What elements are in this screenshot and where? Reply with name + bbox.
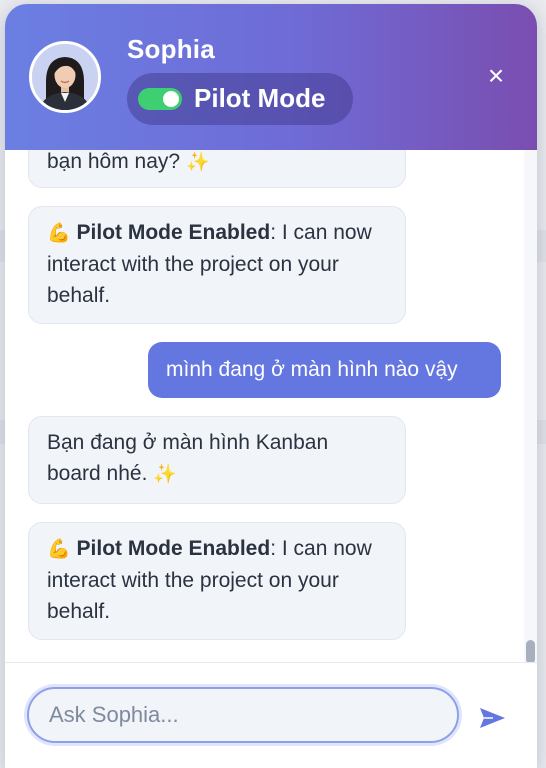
agent-avatar xyxy=(29,41,101,113)
bot-message: 💪 Pilot Mode Enabled: I can now interact… xyxy=(28,522,406,640)
message-text: bạn hôm nay? xyxy=(47,150,181,173)
message-input[interactable] xyxy=(27,687,459,743)
pilot-mode-label: Pilot Mode xyxy=(194,83,326,113)
send-icon[interactable] xyxy=(477,703,507,733)
flexed-biceps-icon: 💪 xyxy=(47,223,71,244)
bot-message: bạn hôm nay? ✨ xyxy=(28,150,406,188)
message-bold-text: Pilot Mode Enabled xyxy=(76,537,271,560)
flexed-biceps-icon: 💪 xyxy=(47,539,71,560)
message-bold-text: Pilot Mode Enabled xyxy=(76,221,271,244)
chat-header: Sophia Pilot Mode × xyxy=(5,4,537,150)
close-icon[interactable]: × xyxy=(482,62,510,90)
toggle-knob xyxy=(163,91,179,107)
user-message: mình đang ở màn hình nào vậy xyxy=(148,342,501,398)
message-text: mình đang ở màn hình nào vậy xyxy=(166,358,458,381)
bot-message: Bạn đang ở màn hình Kanban board nhé. ✨ xyxy=(28,416,406,504)
sparkles-icon: ✨ xyxy=(153,464,177,485)
scrollbar[interactable] xyxy=(524,150,537,664)
toggle-icon[interactable] xyxy=(138,88,182,110)
sparkles-icon: ✨ xyxy=(185,152,210,173)
composer xyxy=(5,662,537,768)
message-list: bạn hôm nay? ✨ 💪 Pilot Mode Enabled: I c… xyxy=(5,150,537,662)
bot-message: 💪 Pilot Mode Enabled: I can now interact… xyxy=(28,206,406,324)
message-text: Bạn đang ở màn hình Kanban board nhé. xyxy=(47,431,329,485)
chat-window: Sophia Pilot Mode × bạn hôm nay? ✨ 💪 Pil… xyxy=(5,4,537,768)
pilot-mode-switch[interactable]: Pilot Mode xyxy=(127,73,353,125)
scrollbar-thumb[interactable] xyxy=(526,640,535,664)
agent-name: Sophia xyxy=(127,34,215,64)
